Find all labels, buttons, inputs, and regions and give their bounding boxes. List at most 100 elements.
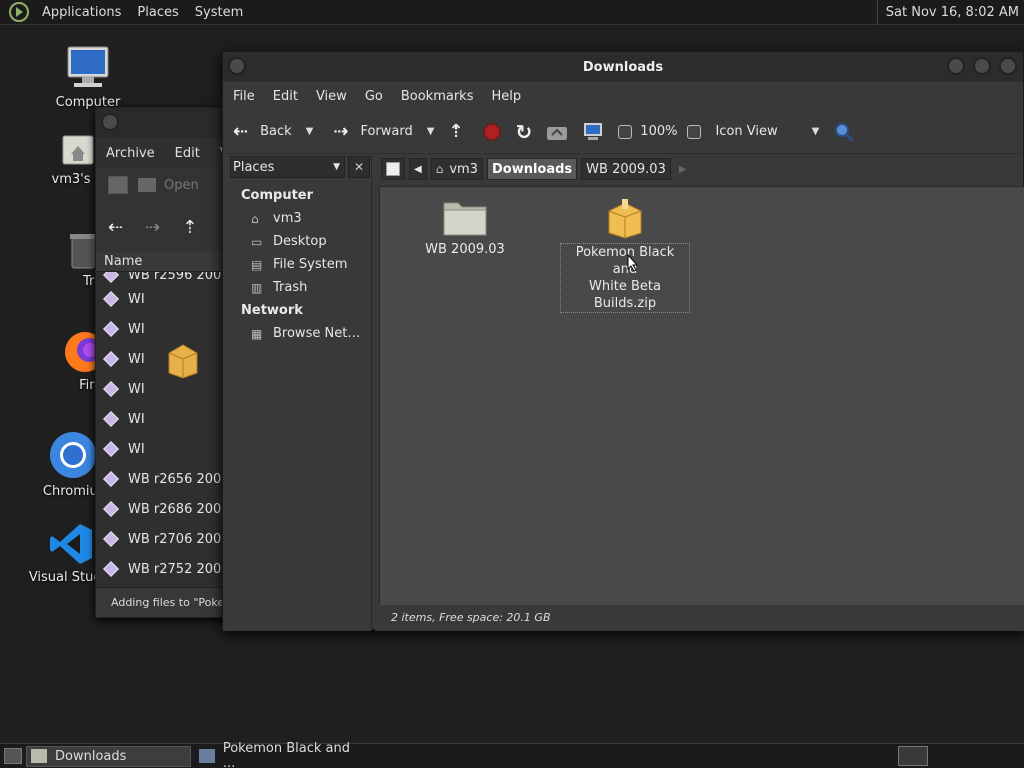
reload-button[interactable]: ↻ xyxy=(516,120,533,144)
path-scroll-right-button[interactable]: ▶ xyxy=(675,158,691,180)
list-item[interactable]: WB r2752 2009 xyxy=(96,554,229,584)
minimize-button[interactable] xyxy=(947,57,965,75)
places-menu[interactable]: Places xyxy=(129,5,186,20)
back-button[interactable]: ⇠ Back ▼ xyxy=(233,121,313,142)
zoom-in-icon[interactable] xyxy=(687,124,702,139)
home-button[interactable] xyxy=(546,123,568,141)
menu-file[interactable]: File xyxy=(233,89,270,104)
search-button[interactable] xyxy=(833,121,855,143)
list-item[interactable]: WI xyxy=(96,344,229,374)
taskbar-item-downloads[interactable]: Downloads xyxy=(26,745,191,767)
forward-arrow-icon: ⇢ xyxy=(333,121,349,142)
back-history-dropdown-icon[interactable]: ▼ xyxy=(306,126,314,137)
menu-edit[interactable]: Edit xyxy=(273,89,313,104)
home-icon xyxy=(547,126,568,140)
file-gem-icon xyxy=(103,272,119,283)
list-item[interactable]: WI xyxy=(96,284,229,314)
path-segment-vm3[interactable]: ⌂ vm3 xyxy=(430,158,483,180)
applications-menu[interactable]: Applications xyxy=(34,5,129,20)
window-menu-button[interactable] xyxy=(101,113,119,131)
chromium-icon xyxy=(50,432,96,478)
file-gem-icon xyxy=(103,321,119,337)
forward-button[interactable]: ⇢ Forward ▼ xyxy=(333,121,434,142)
sidebar-item-trash[interactable]: ▥ Trash xyxy=(223,276,371,299)
file-manager-window[interactable]: Downloads File Edit View Go Bookmarks He… xyxy=(222,51,1024,631)
menu-view[interactable]: View xyxy=(316,89,362,104)
clock[interactable]: Sat Nov 16, 8:02 AM xyxy=(876,0,1024,25)
file-gem-icon xyxy=(103,351,119,367)
list-item[interactable]: WB r2686 2009 xyxy=(96,494,229,524)
archive-menu-archive[interactable]: Archive xyxy=(106,146,155,161)
open-archive-button[interactable]: Open xyxy=(138,178,199,193)
toggle-location-entry-button[interactable] xyxy=(381,158,405,180)
computer-button[interactable] xyxy=(582,122,604,142)
distro-logo-icon[interactable] xyxy=(8,1,30,23)
breadcrumb: ◀ ⌂ vm3 Downloads WB 2009.03 ▶ xyxy=(375,154,1023,184)
sidebar-item-label: Desktop xyxy=(273,234,327,249)
up-button[interactable]: ⇡ xyxy=(448,121,467,142)
list-item[interactable]: WI xyxy=(96,314,229,344)
desktop-icon-computer[interactable]: Computer xyxy=(33,45,143,110)
path-segment-label: vm3 xyxy=(449,161,478,177)
file-icon-view[interactable]: WB 2009.03 Pokemon Black and White Beta … xyxy=(379,186,1024,606)
sidebar-places-select[interactable]: Places ▼ xyxy=(230,156,345,178)
archive-titlebar[interactable] xyxy=(96,108,229,138)
sidebar-section-computer: Computer xyxy=(241,188,314,203)
sidebar-places-label: Places xyxy=(233,159,275,175)
maximize-button[interactable] xyxy=(973,57,991,75)
path-segment-downloads[interactable]: Downloads xyxy=(486,158,578,180)
list-item[interactable]: WI xyxy=(96,374,229,404)
close-button[interactable] xyxy=(999,57,1017,75)
file-gem-icon xyxy=(103,381,119,397)
list-item[interactable]: WB r2706 2009 xyxy=(96,524,229,554)
open-folder-icon xyxy=(138,178,156,192)
archive-menu-edit[interactable]: Edit xyxy=(175,146,200,161)
workspace-switcher[interactable] xyxy=(898,746,928,766)
archive-manager-window[interactable]: Archive Edit V Open ⇠ ⇢ ⇡ Name WB r2596 … xyxy=(95,107,230,618)
back-arrow-icon[interactable]: ⇠ xyxy=(108,217,123,238)
menu-go[interactable]: Go xyxy=(365,89,398,104)
zoom-control[interactable]: 100% xyxy=(618,124,702,139)
menu-bookmarks[interactable]: Bookmarks xyxy=(401,89,489,104)
file-name: WB 2009.03 xyxy=(425,242,505,257)
path-scroll-left-button[interactable]: ◀ xyxy=(409,158,427,180)
list-item[interactable]: WB r2656 2009 xyxy=(96,464,229,494)
sidebar-item-browse-network[interactable]: ▦ Browse Net… xyxy=(223,322,371,345)
name-column-header[interactable]: Name xyxy=(96,252,229,272)
window-menu-button[interactable] xyxy=(228,57,246,75)
taskbar-item-archive[interactable]: Pokemon Black and ... xyxy=(195,741,365,768)
forward-arrow-icon[interactable]: ⇢ xyxy=(145,217,160,238)
archive-menubar: Archive Edit V xyxy=(96,138,229,168)
back-label: Back xyxy=(260,124,292,139)
network-icon: ▦ xyxy=(251,326,263,341)
file-item-folder[interactable]: WB 2009.03 xyxy=(410,197,520,258)
stop-button[interactable] xyxy=(482,122,502,142)
trash-icon: ▥ xyxy=(251,280,263,295)
view-mode-label: Icon View xyxy=(715,124,778,139)
file-gem-icon xyxy=(103,291,119,307)
list-item[interactable]: WI xyxy=(96,404,229,434)
file-gem-icon xyxy=(103,441,119,457)
sidebar-item-desktop[interactable]: ▭ Desktop xyxy=(223,230,371,253)
sidebar-item-file-system[interactable]: ▤ File System xyxy=(223,253,371,276)
up-arrow-icon[interactable]: ⇡ xyxy=(182,217,197,238)
zoom-out-icon[interactable] xyxy=(618,124,633,139)
show-desktop-icon[interactable] xyxy=(4,748,22,764)
path-segment-wb-2009-03[interactable]: WB 2009.03 xyxy=(581,158,671,180)
file-manager-titlebar[interactable]: Downloads xyxy=(223,52,1023,82)
main-content: ◀ ⌂ vm3 Downloads WB 2009.03 ▶ WB 2009.0… xyxy=(375,154,1024,631)
forward-history-dropdown-icon[interactable]: ▼ xyxy=(427,126,435,137)
view-mode-select[interactable]: Icon View ▼ xyxy=(715,124,819,139)
system-menu[interactable]: System xyxy=(187,5,251,20)
view-mode-dropdown-icon: ▼ xyxy=(811,126,820,137)
close-sidebar-icon[interactable]: ✕ xyxy=(348,156,370,178)
list-item[interactable]: WB r2596 2009 xyxy=(96,272,229,284)
new-archive-icon[interactable] xyxy=(108,176,128,194)
menu-help[interactable]: Help xyxy=(491,89,536,104)
list-item[interactable]: WI xyxy=(96,434,229,464)
file-gem-icon xyxy=(103,411,119,427)
drive-icon: ▤ xyxy=(251,257,263,272)
archive-toolbar: Open xyxy=(96,168,229,202)
file-item-zip[interactable]: Pokemon Black and White Beta Builds.zip xyxy=(560,197,690,313)
sidebar-item-vm3[interactable]: ⌂ vm3 xyxy=(223,207,371,230)
